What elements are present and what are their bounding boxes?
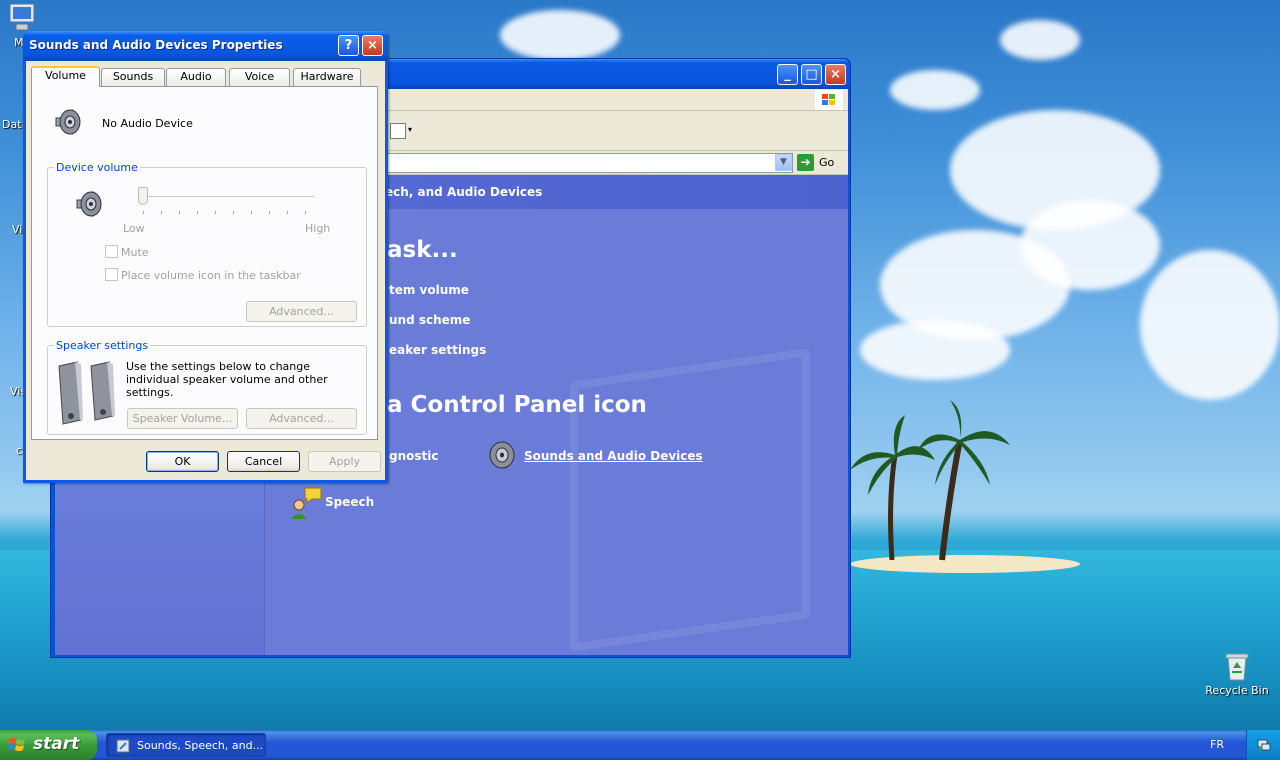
ok-button[interactable]: OK	[146, 451, 219, 472]
views-icon[interactable]	[390, 123, 406, 139]
control-panel-icon	[116, 739, 130, 753]
dialog-close-button[interactable]: ×	[362, 35, 383, 56]
start-label: start	[33, 734, 80, 754]
slider-tick	[215, 211, 216, 214]
slider-tick	[305, 211, 306, 214]
system-tray	[1246, 730, 1280, 760]
close-button[interactable]: ×	[825, 64, 846, 85]
network-tray-icon[interactable]	[1256, 737, 1272, 753]
mute-checkbox[interactable]	[105, 245, 118, 258]
windows-logo-icon	[815, 90, 843, 110]
cloud	[1020, 200, 1160, 290]
slider-tick	[269, 211, 270, 214]
mute-label: Mute	[121, 246, 149, 259]
cloud	[500, 10, 620, 60]
cp-icon-label: Sounds and Audio Devices	[524, 449, 703, 463]
tab-sounds[interactable]: Sounds	[101, 68, 165, 86]
address-dropdown-icon[interactable]: ▼	[775, 154, 792, 171]
slider-tick	[179, 211, 180, 214]
cp-icon-label: Speech	[325, 495, 375, 509]
speaker-settings-group: Speaker settings Use the settings below …	[47, 339, 367, 435]
go-arrow-icon: ➔	[797, 154, 814, 171]
slider-tick	[161, 211, 162, 214]
views-dropdown-icon[interactable]: ▾	[408, 125, 412, 134]
volume-slider-thumb[interactable]	[138, 187, 148, 205]
device-volume-group: Device volume Low High Mute Place volume…	[47, 161, 367, 327]
tab-volume[interactable]: Volume	[31, 66, 100, 87]
slider-tick	[287, 211, 288, 214]
volume-advanced-button[interactable]: Advanced...	[246, 301, 357, 322]
slider-tick	[251, 211, 252, 214]
maximize-button[interactable]: □	[801, 64, 822, 85]
dialog-title: Sounds and Audio Devices Properties	[29, 38, 283, 52]
speaker-icon	[55, 108, 81, 136]
language-indicator[interactable]: FR	[1210, 738, 1224, 751]
go-label: Go	[819, 156, 835, 169]
tab-hardware[interactable]: Hardware	[293, 68, 361, 86]
task-link-sound-scheme[interactable]: und scheme	[389, 313, 470, 327]
desktop-icon-label: Dat	[2, 118, 22, 131]
taskbar-item-label: Sounds, Speech, and...	[137, 739, 264, 752]
speaker-settings-description: Use the settings below to change individ…	[126, 360, 328, 399]
volume-slider-track[interactable]	[138, 196, 314, 198]
cloud	[1140, 250, 1280, 400]
cloud	[1000, 20, 1080, 60]
desktop-icon-recycle-bin[interactable]: Recycle Bin	[1202, 650, 1272, 697]
taskbar-icon-label: Place volume icon in the taskbar	[121, 269, 301, 282]
taskbar: start Sounds, Speech, and... FR	[0, 730, 1280, 760]
cancel-button[interactable]: Cancel	[227, 451, 300, 472]
desktop-icon-folder-2[interactable]: M Vis	[10, 362, 34, 410]
speaker-settings-legend: Speaker settings	[54, 339, 151, 352]
volume-low-label: Low	[123, 222, 145, 235]
apply-button[interactable]: Apply	[308, 451, 381, 472]
start-button[interactable]: start	[0, 730, 97, 760]
task-link-adjust-volume[interactable]: tem volume	[389, 283, 469, 297]
desktop-icon-label: c	[16, 444, 23, 457]
windows-flag-icon	[8, 738, 25, 751]
dialog-titlebar[interactable]: Sounds and Audio Devices Properties ? ×	[23, 31, 388, 61]
volume-high-label: High	[305, 222, 331, 235]
taskbar-item-control-panel[interactable]: Sounds, Speech, and...	[106, 733, 266, 757]
speakers-icon	[58, 361, 115, 425]
desktop-icon-label: Recycle Bin	[1205, 684, 1269, 697]
volume-tab-panel: No Audio Device Device volume Low High M…	[31, 86, 378, 440]
slider-tick	[197, 211, 198, 214]
task-link-speaker-settings[interactable]: eaker settings	[389, 343, 486, 357]
speaker-icon	[489, 441, 515, 469]
slider-tick	[143, 211, 144, 214]
pick-icon-heading: a Control Panel icon	[387, 392, 647, 418]
minimize-button[interactable]: _	[777, 64, 798, 85]
go-button[interactable]: ➔ Go	[797, 154, 847, 172]
volume-speaker-icon	[76, 190, 102, 218]
taskbar-icon-checkbox[interactable]	[105, 268, 118, 281]
tab-audio[interactable]: Audio	[166, 68, 226, 86]
device-name: No Audio Device	[102, 117, 193, 130]
device-volume-legend: Device volume	[54, 161, 140, 174]
pick-task-heading: ask...	[387, 237, 458, 263]
speaker-volume-button[interactable]: Speaker Volume...	[127, 408, 238, 429]
cp-icon-label: gnostic	[389, 449, 439, 463]
category-title: ech, and Audio Devices	[385, 185, 543, 199]
recycle-bin-icon	[1225, 653, 1249, 681]
cloud	[890, 70, 980, 110]
palm-trees	[850, 400, 1010, 561]
speech-icon	[291, 487, 322, 519]
sounds-properties-dialog: Sounds and Audio Devices Properties ? × …	[23, 31, 388, 483]
slider-tick	[233, 211, 234, 214]
speaker-advanced-button[interactable]: Advanced...	[246, 408, 357, 429]
tab-voice[interactable]: Voice	[229, 68, 290, 86]
cp-icon-diagnostic[interactable]: gnostic	[389, 449, 438, 463]
cloud	[860, 320, 1010, 380]
my-computer-icon	[9, 3, 35, 31]
help-button[interactable]: ?	[338, 35, 359, 56]
